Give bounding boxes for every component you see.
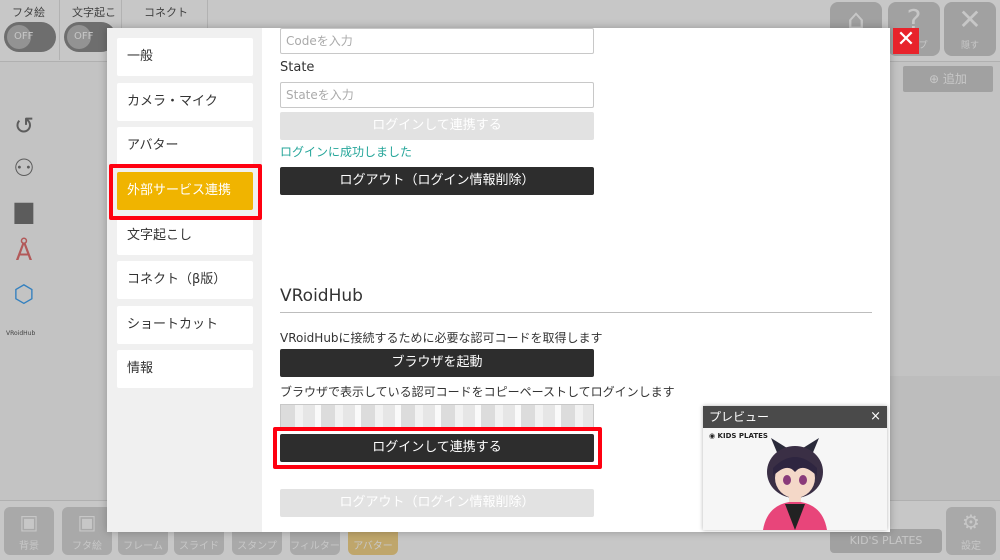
preview-title: プレビュー — [709, 410, 770, 424]
preview-close-button[interactable]: × — [870, 406, 881, 428]
logout-button[interactable]: ログアウト（ログイン情報削除） — [280, 167, 594, 195]
preview-body: ◉ KIDS PLATES — [703, 428, 887, 530]
nav-transcription[interactable]: 文字起こし — [117, 217, 253, 255]
highlight-login-button — [273, 427, 602, 469]
nav-connect-beta[interactable]: コネクト（β版） — [117, 261, 253, 299]
nav-camera-mic[interactable]: カメラ・マイク — [117, 83, 253, 121]
login-link-button-disabled[interactable]: ログインして連携する — [280, 112, 594, 140]
state-input[interactable]: Stateを入力 — [280, 82, 594, 108]
section-divider — [280, 312, 872, 313]
vroidhub-logout-button[interactable]: ログアウト（ログイン情報削除） — [280, 489, 594, 517]
vroidhub-section-title: VRoidHub — [280, 286, 363, 306]
nav-avatar[interactable]: アバター — [117, 127, 253, 165]
nav-info[interactable]: 情報 — [117, 350, 253, 388]
launch-browser-button[interactable]: ブラウザを起動 — [280, 349, 594, 377]
settings-nav: 一般 カメラ・マイク アバター 外部サービス連携 文字起こし コネクト（β版） … — [107, 28, 262, 532]
nav-shortcut[interactable]: ショートカット — [117, 306, 253, 344]
highlight-nav-external — [109, 164, 262, 220]
modal-close-button[interactable]: ✕ — [893, 28, 919, 54]
code-input[interactable]: Codeを入力 — [280, 28, 594, 54]
preview-window: プレビュー × ◉ KIDS PLATES — [703, 406, 887, 530]
vroidhub-desc-2: ブラウザで表示している認可コードをコピーペーストしてログインします — [280, 385, 675, 399]
preview-header: プレビュー × — [703, 406, 887, 428]
nav-general[interactable]: 一般 — [117, 38, 253, 76]
vroidhub-desc-1: VRoidHubに接続するために必要な認可コードを取得します — [280, 331, 603, 345]
login-success-message: ログインに成功しました — [280, 145, 413, 159]
avatar-character-image — [763, 438, 827, 530]
state-label: State — [280, 60, 315, 75]
close-icon: ✕ — [896, 27, 916, 52]
